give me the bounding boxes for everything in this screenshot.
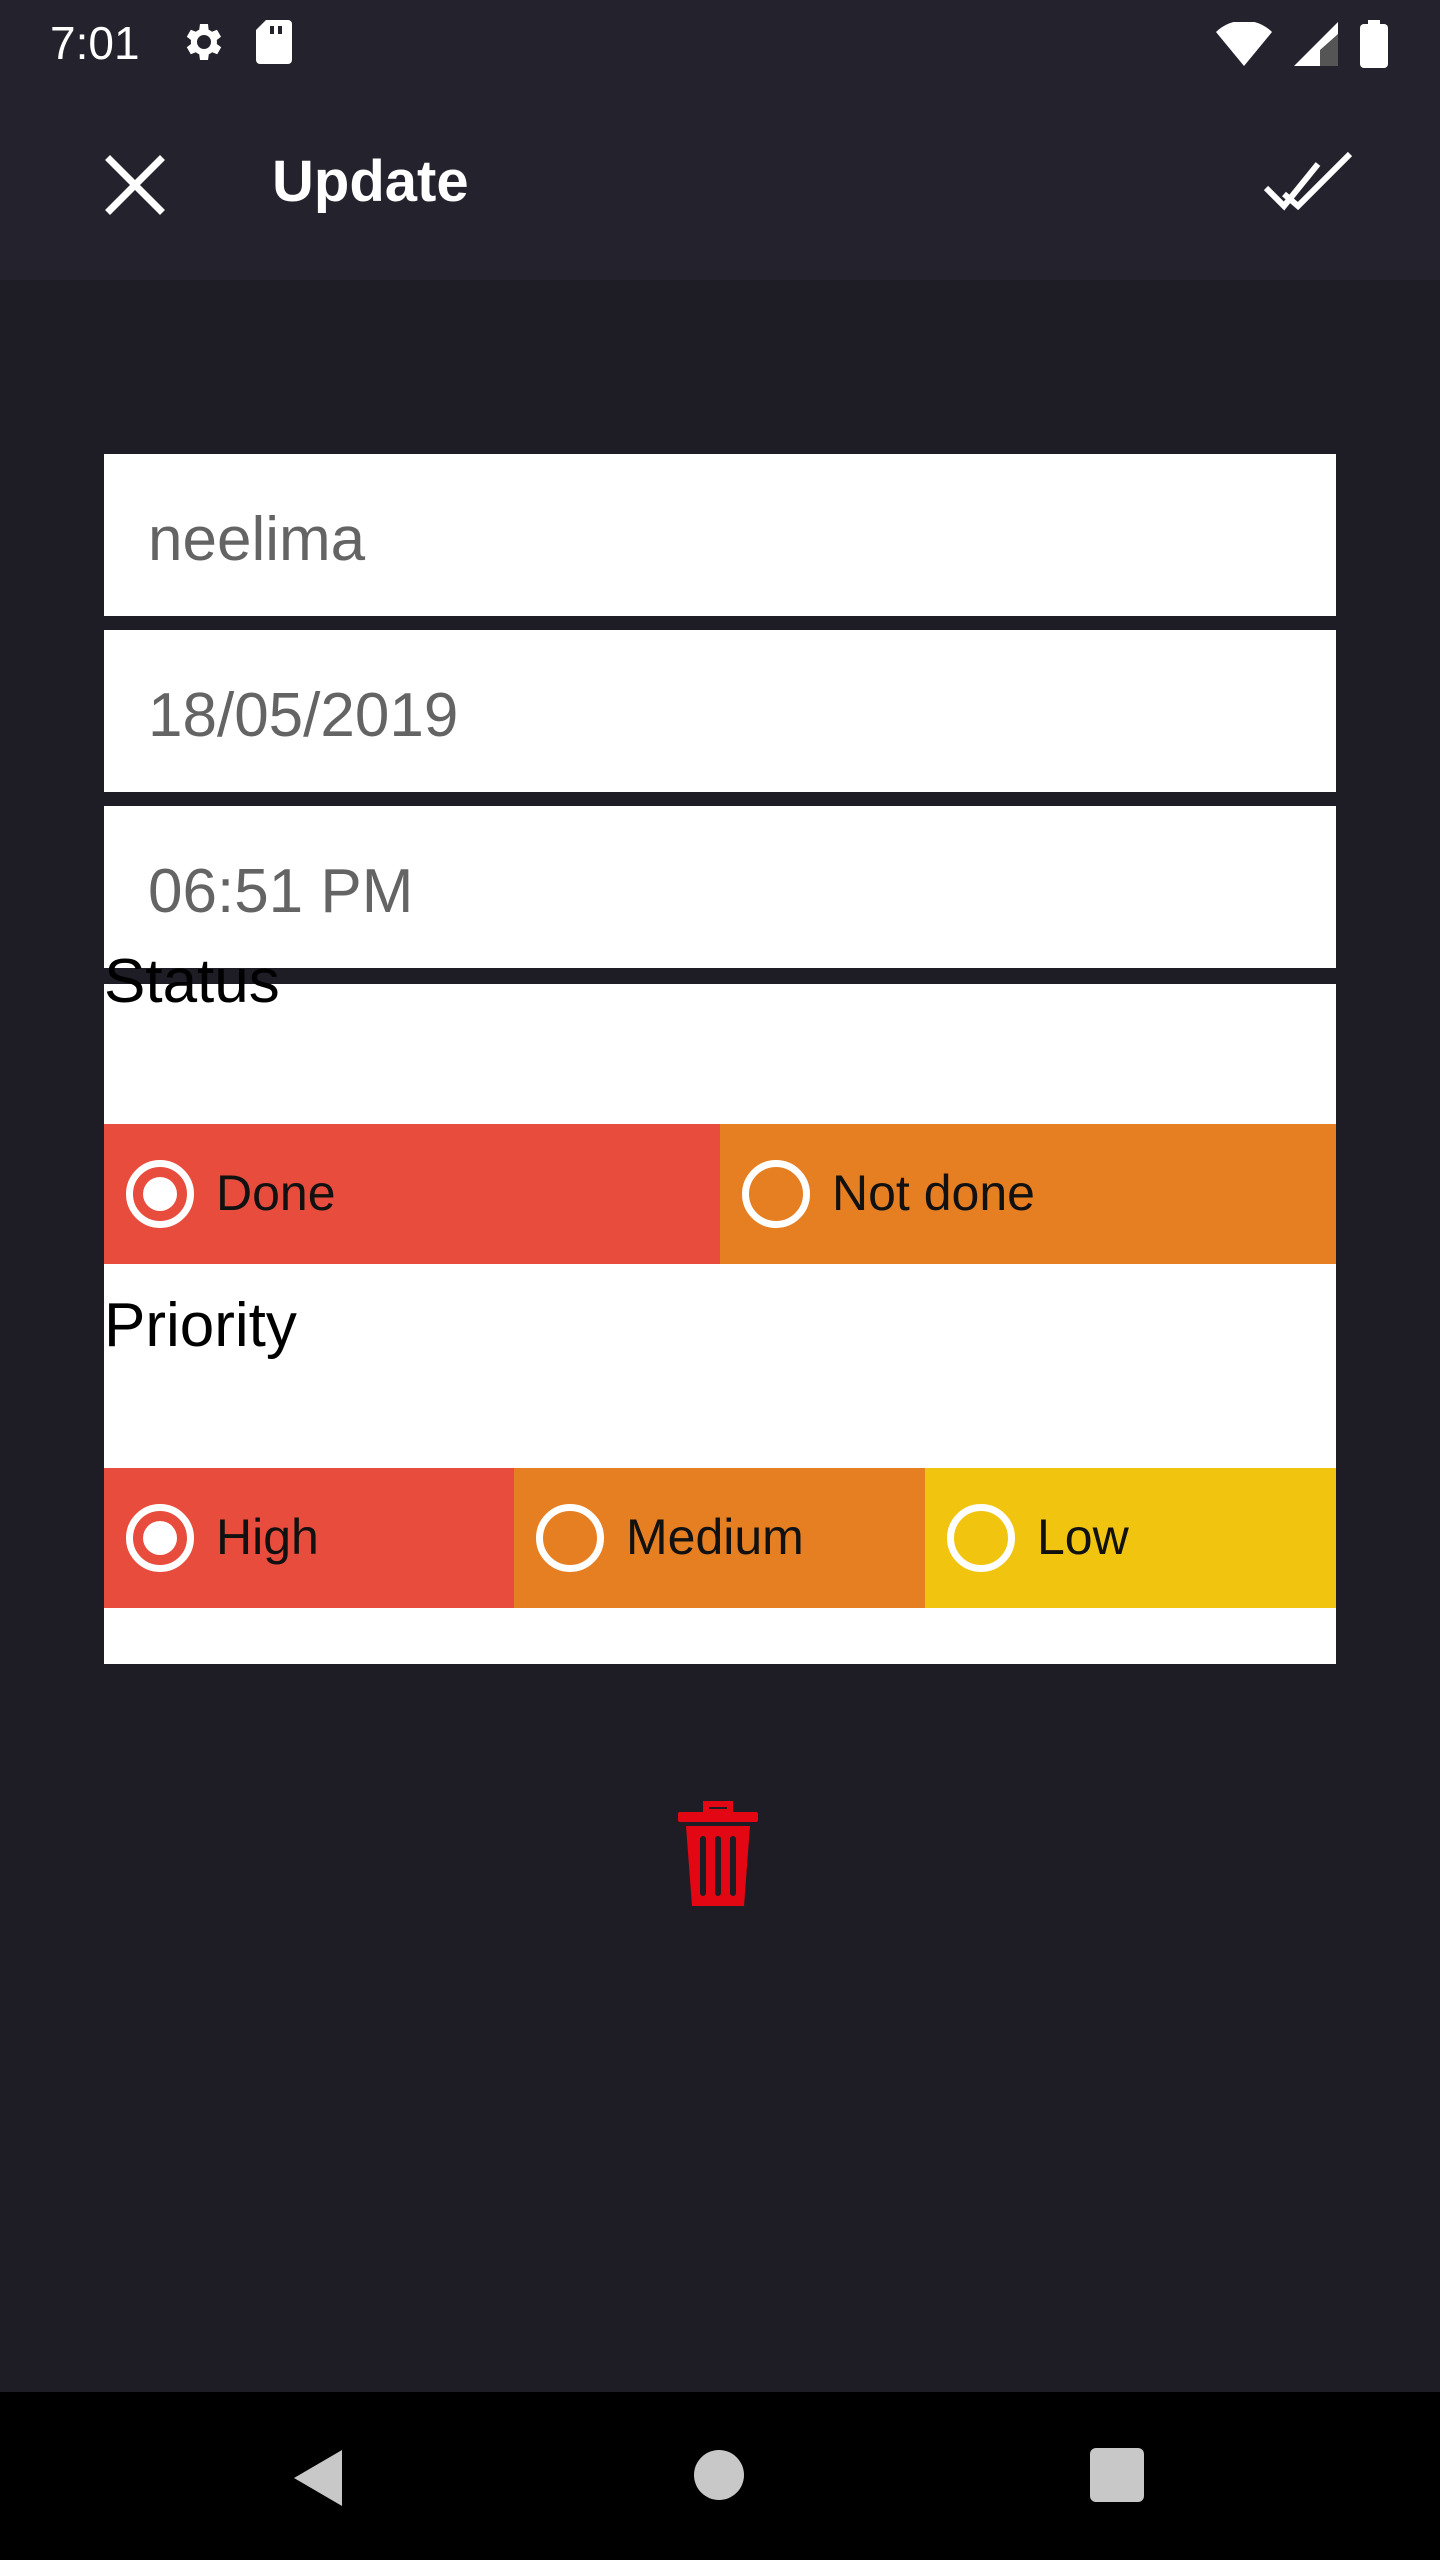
page-title: Update [272, 149, 469, 214]
radio-checked-icon [126, 1160, 194, 1228]
name-value: neelima [148, 505, 366, 574]
priority-option-low[interactable]: Low [925, 1468, 1336, 1608]
time-value: 06:51 PM [148, 857, 414, 926]
status-label: Status [104, 947, 280, 1016]
wifi-icon [1216, 22, 1272, 66]
priority-option-label: High [216, 1509, 319, 1565]
status-option-label: Not done [832, 1165, 1035, 1221]
priority-option-high[interactable]: High [104, 1468, 514, 1608]
toolbar: Update [0, 84, 1440, 280]
update-form: neelima 18/05/2019 06:51 PM Status Done … [104, 454, 1336, 1664]
status-left-icons [180, 18, 294, 66]
priority-radio-group: High Medium Low [104, 1468, 1336, 1608]
settings-icon [186, 24, 222, 60]
status-option-label: Done [216, 1165, 336, 1221]
close-button[interactable] [100, 150, 170, 220]
recents-icon[interactable] [1090, 2448, 1144, 2502]
back-icon[interactable] [290, 2448, 346, 2508]
trash-icon [678, 1801, 758, 1906]
navigation-bar [0, 2392, 1440, 2560]
name-field[interactable]: neelima [104, 454, 1336, 622]
delete-button[interactable] [676, 1800, 760, 1910]
status-radio-group: Done Not done [104, 1124, 1336, 1264]
radio-unchecked-icon [742, 1160, 810, 1228]
signal-icon [1294, 22, 1338, 66]
home-icon[interactable] [694, 2450, 744, 2500]
priority-option-label: Medium [626, 1509, 804, 1565]
date-field[interactable]: 18/05/2019 [104, 630, 1336, 798]
date-value: 18/05/2019 [148, 681, 459, 750]
priority-option-label: Low [1037, 1509, 1129, 1565]
confirm-button[interactable] [1262, 150, 1354, 220]
status-time: 7:01 [50, 17, 140, 69]
status-right-icons [1216, 20, 1388, 68]
radio-unchecked-icon [536, 1504, 604, 1572]
status-bar: 7:01 [0, 0, 1440, 84]
close-icon [105, 155, 165, 215]
sd-card-icon [256, 20, 292, 64]
status-option-done[interactable]: Done [104, 1124, 720, 1264]
double-check-icon [1263, 151, 1353, 211]
radio-unchecked-icon [947, 1504, 1015, 1572]
priority-label: Priority [104, 1291, 297, 1360]
priority-option-medium[interactable]: Medium [514, 1468, 925, 1608]
time-field[interactable]: 06:51 PM [104, 806, 1336, 974]
radio-checked-icon [126, 1504, 194, 1572]
battery-icon [1360, 20, 1388, 68]
status-option-not-done[interactable]: Not done [720, 1124, 1336, 1264]
